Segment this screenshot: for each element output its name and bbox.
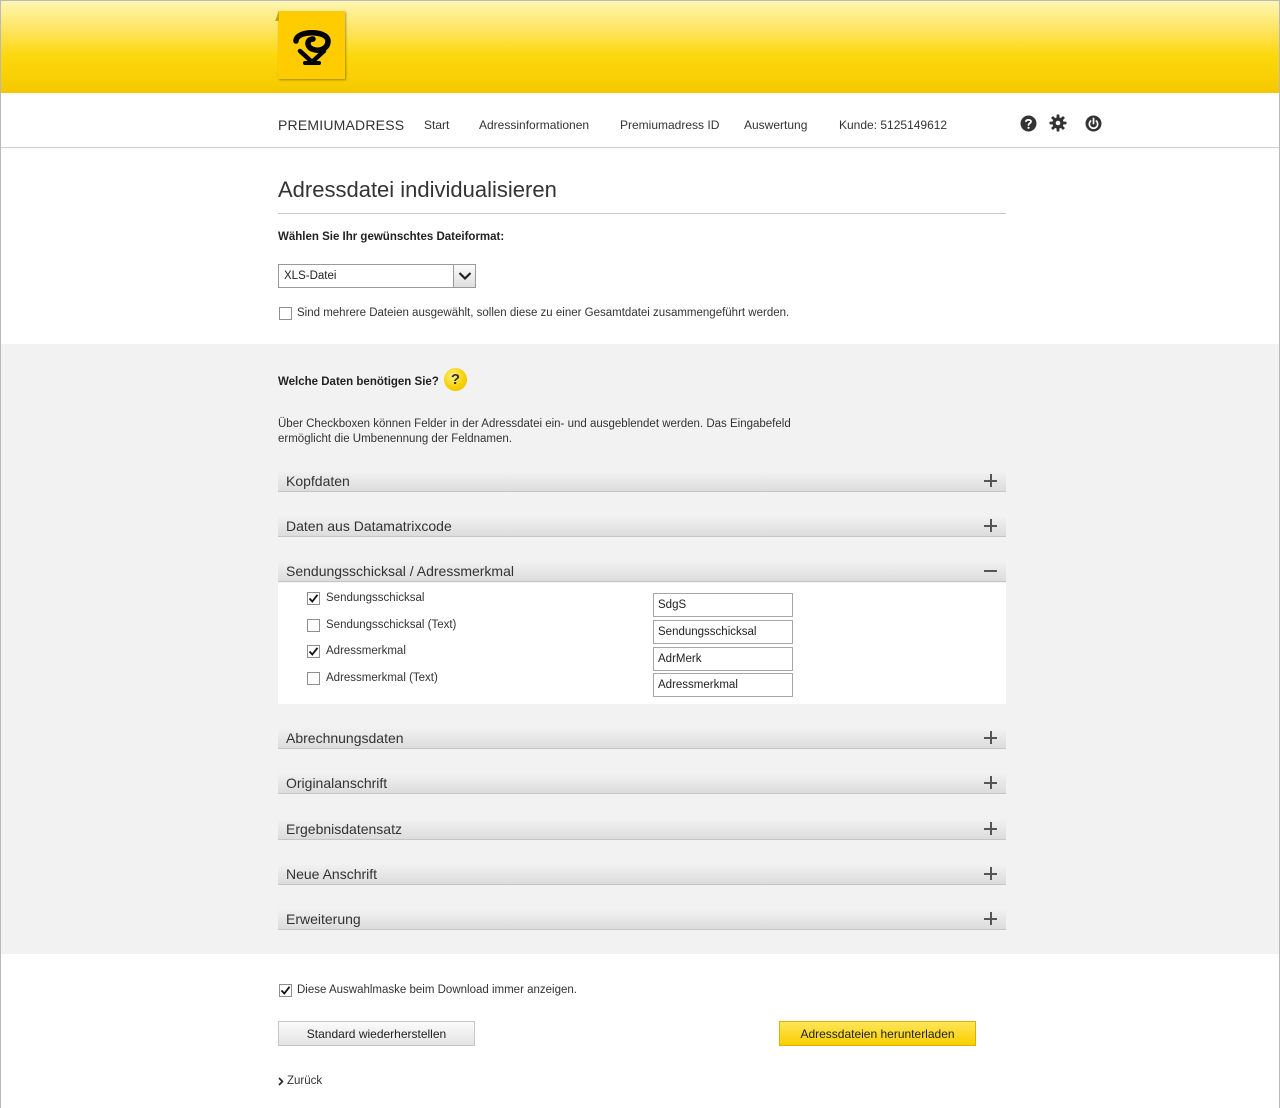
accordion-neue-anschrift[interactable]: Neue Anschrift (278, 863, 1006, 885)
nav-auswertung[interactable]: Auswertung (744, 118, 807, 132)
accordion-title: Abrechnungsdaten (286, 730, 404, 746)
nav-premiumadress-id[interactable]: Premiumadress ID (620, 118, 719, 132)
minus-icon[interactable] (984, 564, 997, 577)
plus-icon[interactable] (984, 867, 997, 880)
accordion-erweiterung[interactable]: Erweiterung (278, 908, 1006, 930)
top-brand-bar (1, 1, 1279, 93)
merge-files-label: Sind mehrere Dateien ausgewählt, sollen … (297, 307, 790, 319)
merge-files-checkbox[interactable] (279, 307, 292, 320)
plus-icon[interactable] (984, 776, 997, 789)
field-name-input[interactable] (653, 593, 793, 617)
nav-start[interactable]: Start (424, 118, 449, 132)
gear-icon[interactable] (1049, 114, 1067, 132)
field-checkbox-adressmerkmal[interactable] (307, 645, 320, 658)
checkmark-icon (308, 647, 319, 656)
always-show-checkbox[interactable] (279, 984, 292, 997)
field-name-input[interactable] (653, 647, 793, 671)
accordion-datamatrix[interactable]: Daten aus Datamatrixcode (278, 515, 1006, 537)
download-files-button[interactable]: Adressdateien herunterladen (779, 1021, 976, 1046)
chevron-down-icon[interactable] (453, 265, 475, 287)
data-description: Über Checkboxen können Felder in der Adr… (278, 418, 791, 445)
plus-icon[interactable] (984, 912, 997, 925)
field-label: Sendungsschicksal (Text) (326, 619, 457, 631)
accordion-title: Kopfdaten (286, 473, 350, 489)
file-format-value: XLS-Datei (284, 270, 337, 282)
plus-icon[interactable] (984, 731, 997, 744)
nav-kunde[interactable]: Kunde: 5125149612 (839, 118, 947, 132)
title-divider (278, 213, 1006, 214)
post-horn-icon (292, 30, 331, 65)
field-checkbox-sendungsschicksal[interactable] (307, 592, 320, 605)
nav-adressinformationen[interactable]: Adressinformationen (479, 118, 589, 132)
field-label: Sendungsschicksal (326, 592, 425, 604)
field-checkbox-sendungsschicksal-text[interactable] (307, 619, 320, 632)
field-name-input[interactable] (653, 673, 793, 697)
nav-brand[interactable]: PREMIUMADRESS (278, 117, 404, 133)
field-label: Adressmerkmal (Text) (326, 672, 438, 684)
power-icon[interactable] (1084, 114, 1102, 132)
checkmark-icon (280, 986, 291, 995)
accordion-sendungsschicksal[interactable]: Sendungsschicksal / Adressmerkmal (278, 560, 1006, 582)
accordion-originalanschrift[interactable]: Originalanschrift (278, 772, 1006, 794)
accordion-title: Daten aus Datamatrixcode (286, 518, 452, 534)
back-link-label: Zurück (287, 1075, 323, 1087)
plus-icon[interactable] (984, 519, 997, 532)
deutsche-post-logo[interactable] (275, 11, 345, 79)
field-label: Adressmerkmal (326, 645, 406, 657)
accordion-title: Neue Anschrift (286, 866, 378, 882)
download-section (1, 954, 1279, 1108)
data-heading: Welche Daten benötigen Sie? (278, 376, 439, 388)
format-label: Wählen Sie Ihr gewünschtes Dateiformat: (278, 231, 505, 243)
page-title: Adressdatei individualisieren (278, 177, 557, 202)
accordion-title: Ergebnisdatensatz (286, 821, 402, 837)
question-icon[interactable]: ? (444, 368, 467, 391)
checkmark-icon (308, 594, 319, 603)
accordion-title: Originalanschrift (286, 775, 388, 791)
reset-defaults-button[interactable]: Standard wiederherstellen (278, 1021, 475, 1046)
help-icon[interactable] (1019, 114, 1037, 132)
plus-icon[interactable] (984, 822, 997, 835)
accordion-abrechnungsdaten[interactable]: Abrechnungsdaten (278, 727, 1006, 749)
field-name-input[interactable] (653, 620, 793, 644)
file-format-select[interactable]: XLS-Datei (278, 264, 476, 288)
back-link[interactable]: Zurück (278, 1075, 322, 1087)
chevron-right-icon (278, 1076, 284, 1086)
accordion-title: Erweiterung (286, 911, 361, 927)
field-checkbox-adressmerkmal-text[interactable] (307, 672, 320, 685)
accordion-ergebnisdatensatz[interactable]: Ergebnisdatensatz (278, 818, 1006, 840)
accordion-title: Sendungsschicksal / Adressmerkmal (286, 563, 514, 579)
always-show-label: Diese Auswahlmaske beim Download immer a… (297, 984, 577, 996)
accordion-kopfdaten[interactable]: Kopfdaten (278, 470, 1006, 492)
plus-icon[interactable] (984, 474, 997, 487)
main-navigation: PREMIUMADRESS Start Adressinformationen … (1, 93, 1279, 148)
